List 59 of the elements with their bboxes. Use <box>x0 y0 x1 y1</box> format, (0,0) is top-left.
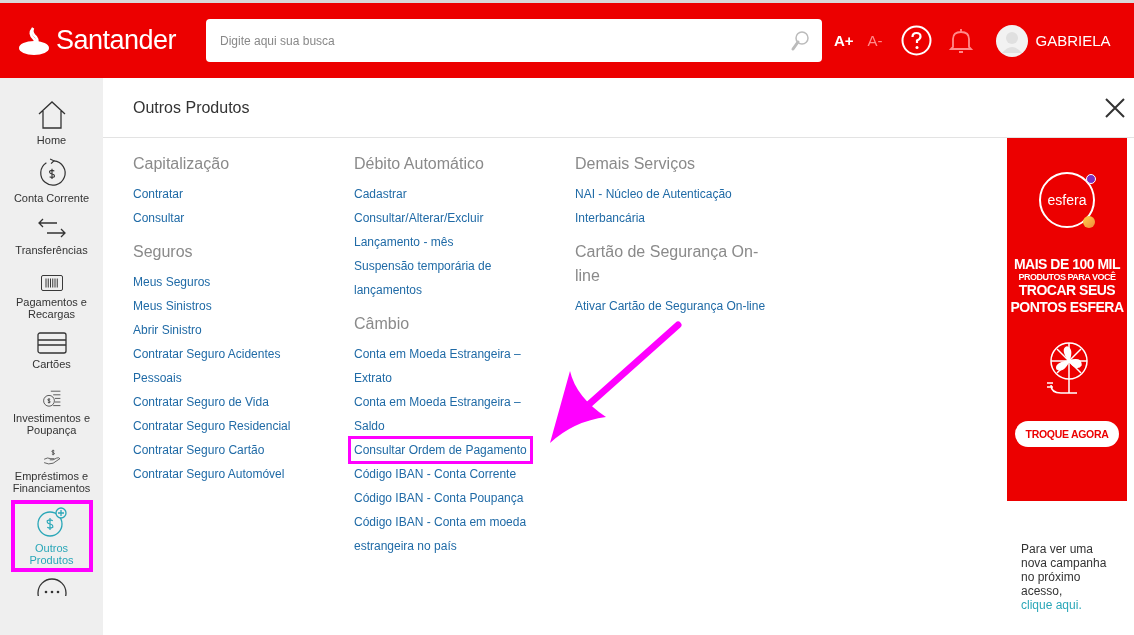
section-heading: Cartão de Segurança On- line <box>575 242 759 286</box>
help-icon <box>900 25 932 56</box>
menu-link[interactable]: Interbancária <box>575 206 646 230</box>
section-heading: Demais Serviços <box>575 154 696 174</box>
sidebar-item[interactable]: Conta Corrente <box>5 152 98 210</box>
section-heading: Seguros <box>133 242 193 262</box>
section-heading: Capitalização <box>133 154 230 174</box>
menu-link[interactable]: Suspensão temporária de lançamentos <box>354 254 492 302</box>
home-icon <box>36 100 67 130</box>
menu-link[interactable]: Lançamento - mês <box>354 230 454 254</box>
transfer-arrows-icon <box>36 216 67 240</box>
menu-link[interactable]: Código IBAN - Conta em moeda estrangeira no país <box>354 510 527 558</box>
card-icon <box>36 332 67 354</box>
menu-link[interactable]: Ativar Cartão de Segurança On-line <box>575 294 766 318</box>
menu-link[interactable]: Contratar Seguro Automóvel <box>133 462 285 486</box>
sidebar-item[interactable]: Pagamentos e Recargas <box>5 268 98 326</box>
menu-link[interactable]: Contratar <box>133 182 184 206</box>
more-options-icon[interactable] <box>35 576 68 596</box>
menu-link[interactable]: Consultar Ordem de Pagamento <box>350 438 531 462</box>
menu-link[interactable]: Consultar/Alterar/Excluir <box>354 206 484 230</box>
menu-link[interactable]: Consultar <box>133 206 185 230</box>
menu-link[interactable]: Conta em Moeda Estrangeira – Saldo <box>354 390 521 438</box>
sidebar-item[interactable]: Investimentos e Poupança <box>5 384 98 442</box>
menu-link[interactable]: Código IBAN - Conta Poupança <box>354 486 524 510</box>
ad-button[interactable]: TROQUE AGORA <box>1014 420 1120 447</box>
menu-link[interactable]: Contratar Seguro Residencial <box>133 414 291 438</box>
avatar-icon[interactable] <box>995 24 1028 57</box>
close-button[interactable] <box>1104 96 1126 119</box>
sidebar-item[interactable]: Home <box>5 94 98 152</box>
user-name: GABRIELA <box>1035 32 1111 49</box>
search-field[interactable]: Digite aqui sua busca <box>206 19 822 62</box>
sidebar-item[interactable]: Cartões <box>5 326 98 384</box>
brand-name: Santander <box>56 25 177 56</box>
menu-link[interactable]: NAI - Núcleo de Autenticação <box>575 182 732 206</box>
ad-headline: MAIS DE 100 MIL PRODUTOS PARA VOCÊ TROCAR SEUS PONTOS ESFERA <box>1010 256 1124 315</box>
menu-link[interactable]: Contratar Seguro de Vida <box>133 390 269 414</box>
menu-link[interactable]: Cadastrar <box>354 182 407 206</box>
section-heading: Câmbio <box>354 314 410 334</box>
close-icon <box>1104 96 1126 119</box>
menu-link[interactable]: Meus Seguros <box>133 270 211 294</box>
panel-title: Outros Produtos <box>133 98 250 117</box>
campaign-note: Para ver uma nova campanha no próximo acesso, clique aqui. <box>1021 542 1108 612</box>
esfera-logo: esfera <box>1039 172 1095 228</box>
help-button[interactable] <box>900 25 932 56</box>
flame-logo-icon <box>18 25 50 56</box>
ad-banner[interactable]: esfera MAIS DE 100 MIL PRODUTOS PARA VOCÊ TROCAR SEUS PONTOS ESFERA TROQUE AGORA <box>1007 138 1127 501</box>
menu-link[interactable]: Abrir Sinistro <box>133 318 202 342</box>
search-icon <box>790 29 810 52</box>
menu-link[interactable]: Código IBAN - Conta Corrente <box>354 462 517 486</box>
menu-link[interactable]: Meus Sinistros <box>133 294 212 318</box>
menu-link[interactable]: Contratar Seguro Cartão <box>133 438 265 462</box>
menu-link[interactable]: Contratar Seguro Acidentes Pessoais <box>133 342 281 390</box>
menu-link[interactable]: Conta em Moeda Estrangeira – Extrato <box>354 342 521 390</box>
sidebar-item[interactable]: Empréstimos e Financiamentos <box>5 442 98 500</box>
sidebar-item[interactable]: Transferências <box>5 210 98 268</box>
bell-icon <box>947 26 974 55</box>
increase-font-button[interactable]: A+ <box>834 32 854 49</box>
section-heading: Débito Automático <box>354 154 484 174</box>
dollar-plus-icon <box>35 506 68 538</box>
